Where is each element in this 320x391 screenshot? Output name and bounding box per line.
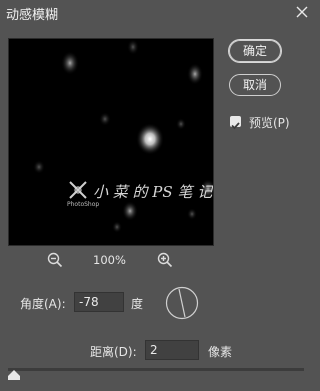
zoom-out-icon[interactable] — [46, 251, 64, 269]
title-bar: 动感模糊 — [0, 0, 318, 26]
preview-checkbox-label[interactable]: 预览(P) — [249, 114, 290, 131]
distance-label: 距离(D): — [90, 345, 137, 359]
distance-input[interactable] — [145, 340, 199, 360]
preview-checkbox[interactable] — [230, 116, 241, 130]
angle-dial[interactable] — [165, 286, 199, 320]
close-icon[interactable] — [292, 2, 312, 22]
blur-preview[interactable]: 小 菜 的 PS 笔 记 PhotoShop — [8, 38, 214, 246]
dialog-title: 动感模糊 — [6, 8, 59, 23]
angle-unit: 度 — [131, 297, 144, 311]
watermark-logo-icon — [69, 181, 87, 199]
angle-label: 角度(A): — [20, 297, 66, 311]
watermark-subtext: PhotoShop — [67, 201, 100, 208]
watermark: 小 菜 的 PS 笔 记 PhotoShop — [67, 177, 213, 217]
angle-input[interactable] — [74, 292, 124, 312]
checkmark-icon — [231, 122, 240, 130]
zoom-in-icon[interactable] — [156, 251, 174, 269]
zoom-level: 100% — [93, 253, 126, 267]
distance-slider-track[interactable] — [8, 368, 304, 371]
ok-button[interactable]: 确定 — [229, 40, 281, 62]
watermark-text: 小 菜 的 PS 笔 记 — [93, 183, 213, 201]
cancel-button[interactable]: 取消 — [229, 74, 281, 96]
distance-unit: 像素 — [208, 345, 233, 359]
